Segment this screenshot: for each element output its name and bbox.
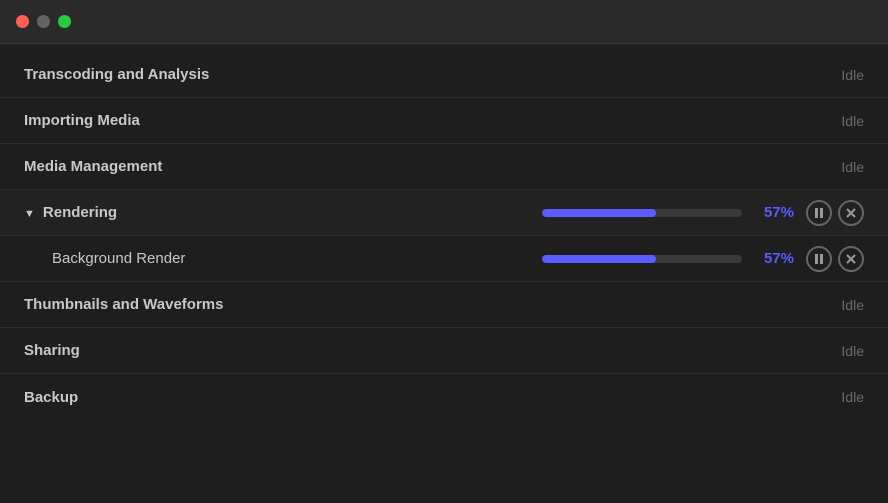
minimize-button[interactable] — [37, 15, 50, 28]
task-status-thumbnails: Idle — [824, 297, 864, 313]
task-row-background-render: Background Render 57% — [0, 236, 888, 282]
task-status-transcoding: Idle — [824, 67, 864, 83]
progress-percent-rendering: 57% — [754, 204, 794, 221]
progress-bar-fill — [542, 209, 656, 217]
task-label-transcoding: Transcoding and Analysis — [24, 66, 224, 83]
task-controls-background-render — [806, 246, 864, 272]
task-status-backup: Idle — [824, 389, 864, 405]
task-label-text: Thumbnails and Waveforms — [24, 296, 223, 313]
cancel-button-rendering[interactable] — [838, 200, 864, 226]
pause-button-background-render[interactable] — [806, 246, 832, 272]
task-row-backup: Backup Idle — [0, 374, 888, 420]
task-label-text: Rendering — [43, 204, 117, 221]
task-row-importing: Importing Media Idle — [0, 98, 888, 144]
cancel-button-background-render[interactable] — [838, 246, 864, 272]
task-label-rendering: ▼ Rendering — [24, 204, 224, 221]
task-label-media-management: Media Management — [24, 158, 224, 175]
task-label-text: Transcoding and Analysis — [24, 66, 209, 83]
task-list: Transcoding and AnalysisIdleImporting Me… — [0, 44, 888, 503]
progress-area-rendering: 57% — [542, 204, 794, 221]
task-label-text: Media Management — [24, 158, 162, 175]
task-label-sharing: Sharing — [24, 342, 224, 359]
task-label-text: Sharing — [24, 342, 80, 359]
pause-button-rendering[interactable] — [806, 200, 832, 226]
task-row-rendering: ▼ Rendering 57% — [0, 190, 888, 236]
task-row-thumbnails: Thumbnails and Waveforms Idle — [0, 282, 888, 328]
task-label-thumbnails: Thumbnails and Waveforms — [24, 296, 224, 313]
task-status-media-management: Idle — [824, 159, 864, 175]
task-label-text: Backup — [24, 389, 78, 406]
progress-bar-fill — [542, 255, 656, 263]
close-button[interactable] — [16, 15, 29, 28]
task-label-text: Background Render — [52, 250, 185, 267]
task-status-sharing: Idle — [824, 343, 864, 359]
progress-bar-container — [542, 209, 742, 217]
task-label-importing: Importing Media — [24, 112, 224, 129]
progress-area-background-render: 57% — [542, 250, 794, 267]
chevron-icon[interactable]: ▼ — [24, 208, 35, 220]
title-bar — [0, 0, 888, 44]
task-label-backup: Backup — [24, 389, 224, 406]
progress-bar-container — [542, 255, 742, 263]
maximize-button[interactable] — [58, 15, 71, 28]
progress-percent-background-render: 57% — [754, 250, 794, 267]
window-controls — [16, 15, 71, 28]
task-row-transcoding: Transcoding and Analysis Idle — [0, 52, 888, 98]
task-label-text: Importing Media — [24, 112, 140, 129]
task-status-importing: Idle — [824, 113, 864, 129]
task-label-background-render: Background Render — [24, 250, 224, 267]
task-row-sharing: Sharing Idle — [0, 328, 888, 374]
task-row-media-management: Media Management Idle — [0, 144, 888, 190]
task-controls-rendering — [806, 200, 864, 226]
